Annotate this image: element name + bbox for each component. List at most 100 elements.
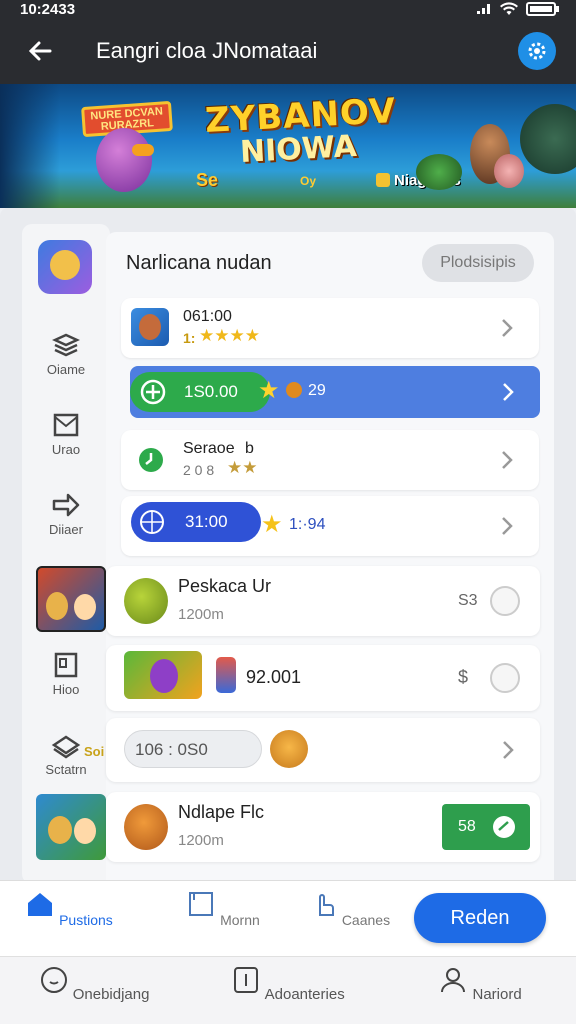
select-radio[interactable] [490, 586, 520, 616]
game-card[interactable]: 92.001 $ [106, 645, 540, 711]
game-card[interactable]: Peskaca Ur 1200m S3 [106, 566, 540, 636]
side-badge: Soi [84, 744, 105, 759]
status-bar: 10:2433 [0, 0, 576, 22]
smiley-face-icon [270, 730, 308, 768]
card-title: Ndlape Flc [178, 802, 265, 822]
pill-value: 1S0.00 [184, 382, 238, 401]
chevron-right-icon [503, 383, 514, 401]
row-rating: 1: [183, 330, 196, 346]
game-card[interactable]: Ndlape Flc 1200m 58 [106, 792, 540, 862]
banner-tag-a: Se [196, 170, 219, 190]
envelope-icon [53, 413, 79, 437]
sys-nav-label: Onebidjang [72, 986, 150, 1003]
potion-bottle-icon [216, 657, 236, 693]
circle-face-icon [40, 967, 67, 993]
game-card[interactable]: 106 : 0S0 [106, 718, 540, 782]
bottom-nav: Pustions Mornn Caanes Reden [0, 880, 576, 956]
time-pill: 106 : 0S0 [124, 730, 262, 768]
sys-nav-label: Nariord [472, 986, 522, 1003]
sidebar-item-label: Diiaer [49, 522, 83, 537]
sys-nav-nariord[interactable]: Nariord [400, 965, 560, 1003]
duck-beak-illustration [132, 144, 154, 156]
section-heading: Narlicana nudan [126, 252, 272, 274]
fox-character-icon [124, 804, 168, 850]
nav-tab-caanes[interactable]: Caanes [294, 889, 404, 928]
sidebar-item-diiaer[interactable]: Diiaer [22, 490, 110, 537]
chevron-right-icon [502, 451, 513, 469]
pill-value: 31:00 [185, 512, 228, 531]
list-item[interactable]: Seraoe b 2 0 8 ★★ [121, 430, 539, 490]
header-pill-button[interactable]: Plodsisipis [422, 244, 534, 282]
chevron-right-icon [502, 517, 513, 535]
monster-character-icon [124, 578, 168, 624]
sidebar-item-label: Sctatrn [45, 762, 87, 777]
row-time: 061:00 [183, 308, 232, 325]
sidebar-item-hioo[interactable]: Hioo [22, 650, 110, 697]
pig-character-illustration [494, 154, 524, 188]
wifi-icon [500, 2, 518, 16]
chevron-right-icon [502, 319, 513, 337]
price-button-label: 58 [458, 818, 476, 835]
dragon-character-illustration [416, 154, 462, 190]
back-arrow-icon[interactable] [26, 37, 54, 65]
card-title: 92.001 [246, 667, 302, 687]
banner-pillar [0, 84, 60, 208]
list-item[interactable]: 061:00 1: ★★★★ [121, 298, 539, 358]
sidebar-item-label: Oiame [46, 362, 86, 377]
pill-text: 106 : 0S0 [135, 740, 208, 759]
square-button-icon [234, 967, 259, 993]
sidebar-item-oiame[interactable]: Oiame [22, 330, 110, 377]
duck-character-illustration [96, 128, 152, 192]
row-sub: 2 0 8 [183, 462, 215, 478]
sidebar-item-label: Hioo [52, 682, 80, 697]
sidebar: Oiame Urao Diiaer Hioo Sctatrn [22, 224, 110, 880]
status-time: 10:2433 [20, 1, 76, 18]
home-icon [28, 893, 53, 916]
banner-tag-b: Oy [300, 174, 317, 188]
nav-tab-label: Pustions [59, 912, 113, 928]
game-thumbnail[interactable] [36, 566, 106, 632]
row-value: 1:·94 [289, 516, 326, 533]
select-radio[interactable] [490, 663, 520, 693]
nav-tab-mornn[interactable]: Mornn [168, 889, 278, 928]
list-item[interactable]: 31:00 ★ 1:·94 [121, 496, 539, 556]
card-sub: 1200m [178, 606, 224, 623]
highlight-row[interactable]: 1S0.00 ★ 29 [130, 366, 540, 418]
game-thumbnail[interactable] [36, 794, 106, 860]
sys-nav-label: Adoanteries [264, 986, 345, 1003]
sidebar-item-urao[interactable]: Urao [22, 410, 110, 457]
value-pill: 1S0.00 [130, 372, 270, 412]
layers-icon [52, 333, 80, 357]
row-suffix: b [245, 440, 254, 457]
card-sub: 1200m [178, 832, 224, 849]
game-banner[interactable]: NURE DCVAN RURAZRL ZYBANOV NIOWA Se Oy N… [0, 84, 576, 208]
card-price: S3 [458, 592, 478, 609]
star-rating-icon: ★★★★ [199, 326, 260, 345]
inbox-tray-icon [51, 735, 81, 759]
gear-icon [528, 42, 546, 60]
card-price: $ [458, 667, 469, 687]
banner-logo-subtitle: NIOWA [239, 128, 358, 171]
status-icons [476, 2, 560, 16]
star-icon: ★ [258, 377, 280, 404]
price-button[interactable]: 58 [442, 804, 530, 850]
signal-icon [477, 4, 490, 14]
app-avatar[interactable] [38, 240, 92, 294]
nav-tab-pustions[interactable]: Pustions [14, 889, 124, 928]
page-title: Eangri cloa JNomataai [96, 38, 318, 63]
settings-button[interactable] [518, 32, 556, 70]
bookmark-icon [189, 892, 214, 916]
game-character-icon [131, 308, 169, 346]
sys-nav-onebidjang[interactable]: Onebidjang [14, 965, 174, 1003]
check-circle-icon [493, 816, 515, 838]
hand-tap-icon [318, 894, 334, 916]
plus-circle-icon [140, 379, 166, 405]
character-face-icon [50, 250, 80, 280]
primary-action-button[interactable]: Reden [414, 893, 546, 943]
sys-nav-adoanteries[interactable]: Adoanteries [208, 965, 368, 1003]
chevron-right-icon [503, 741, 514, 759]
globe-icon [140, 510, 164, 534]
row-count: 29 [308, 382, 326, 399]
clock-icon [139, 448, 163, 472]
star-rating-icon: ★★ [227, 458, 258, 477]
